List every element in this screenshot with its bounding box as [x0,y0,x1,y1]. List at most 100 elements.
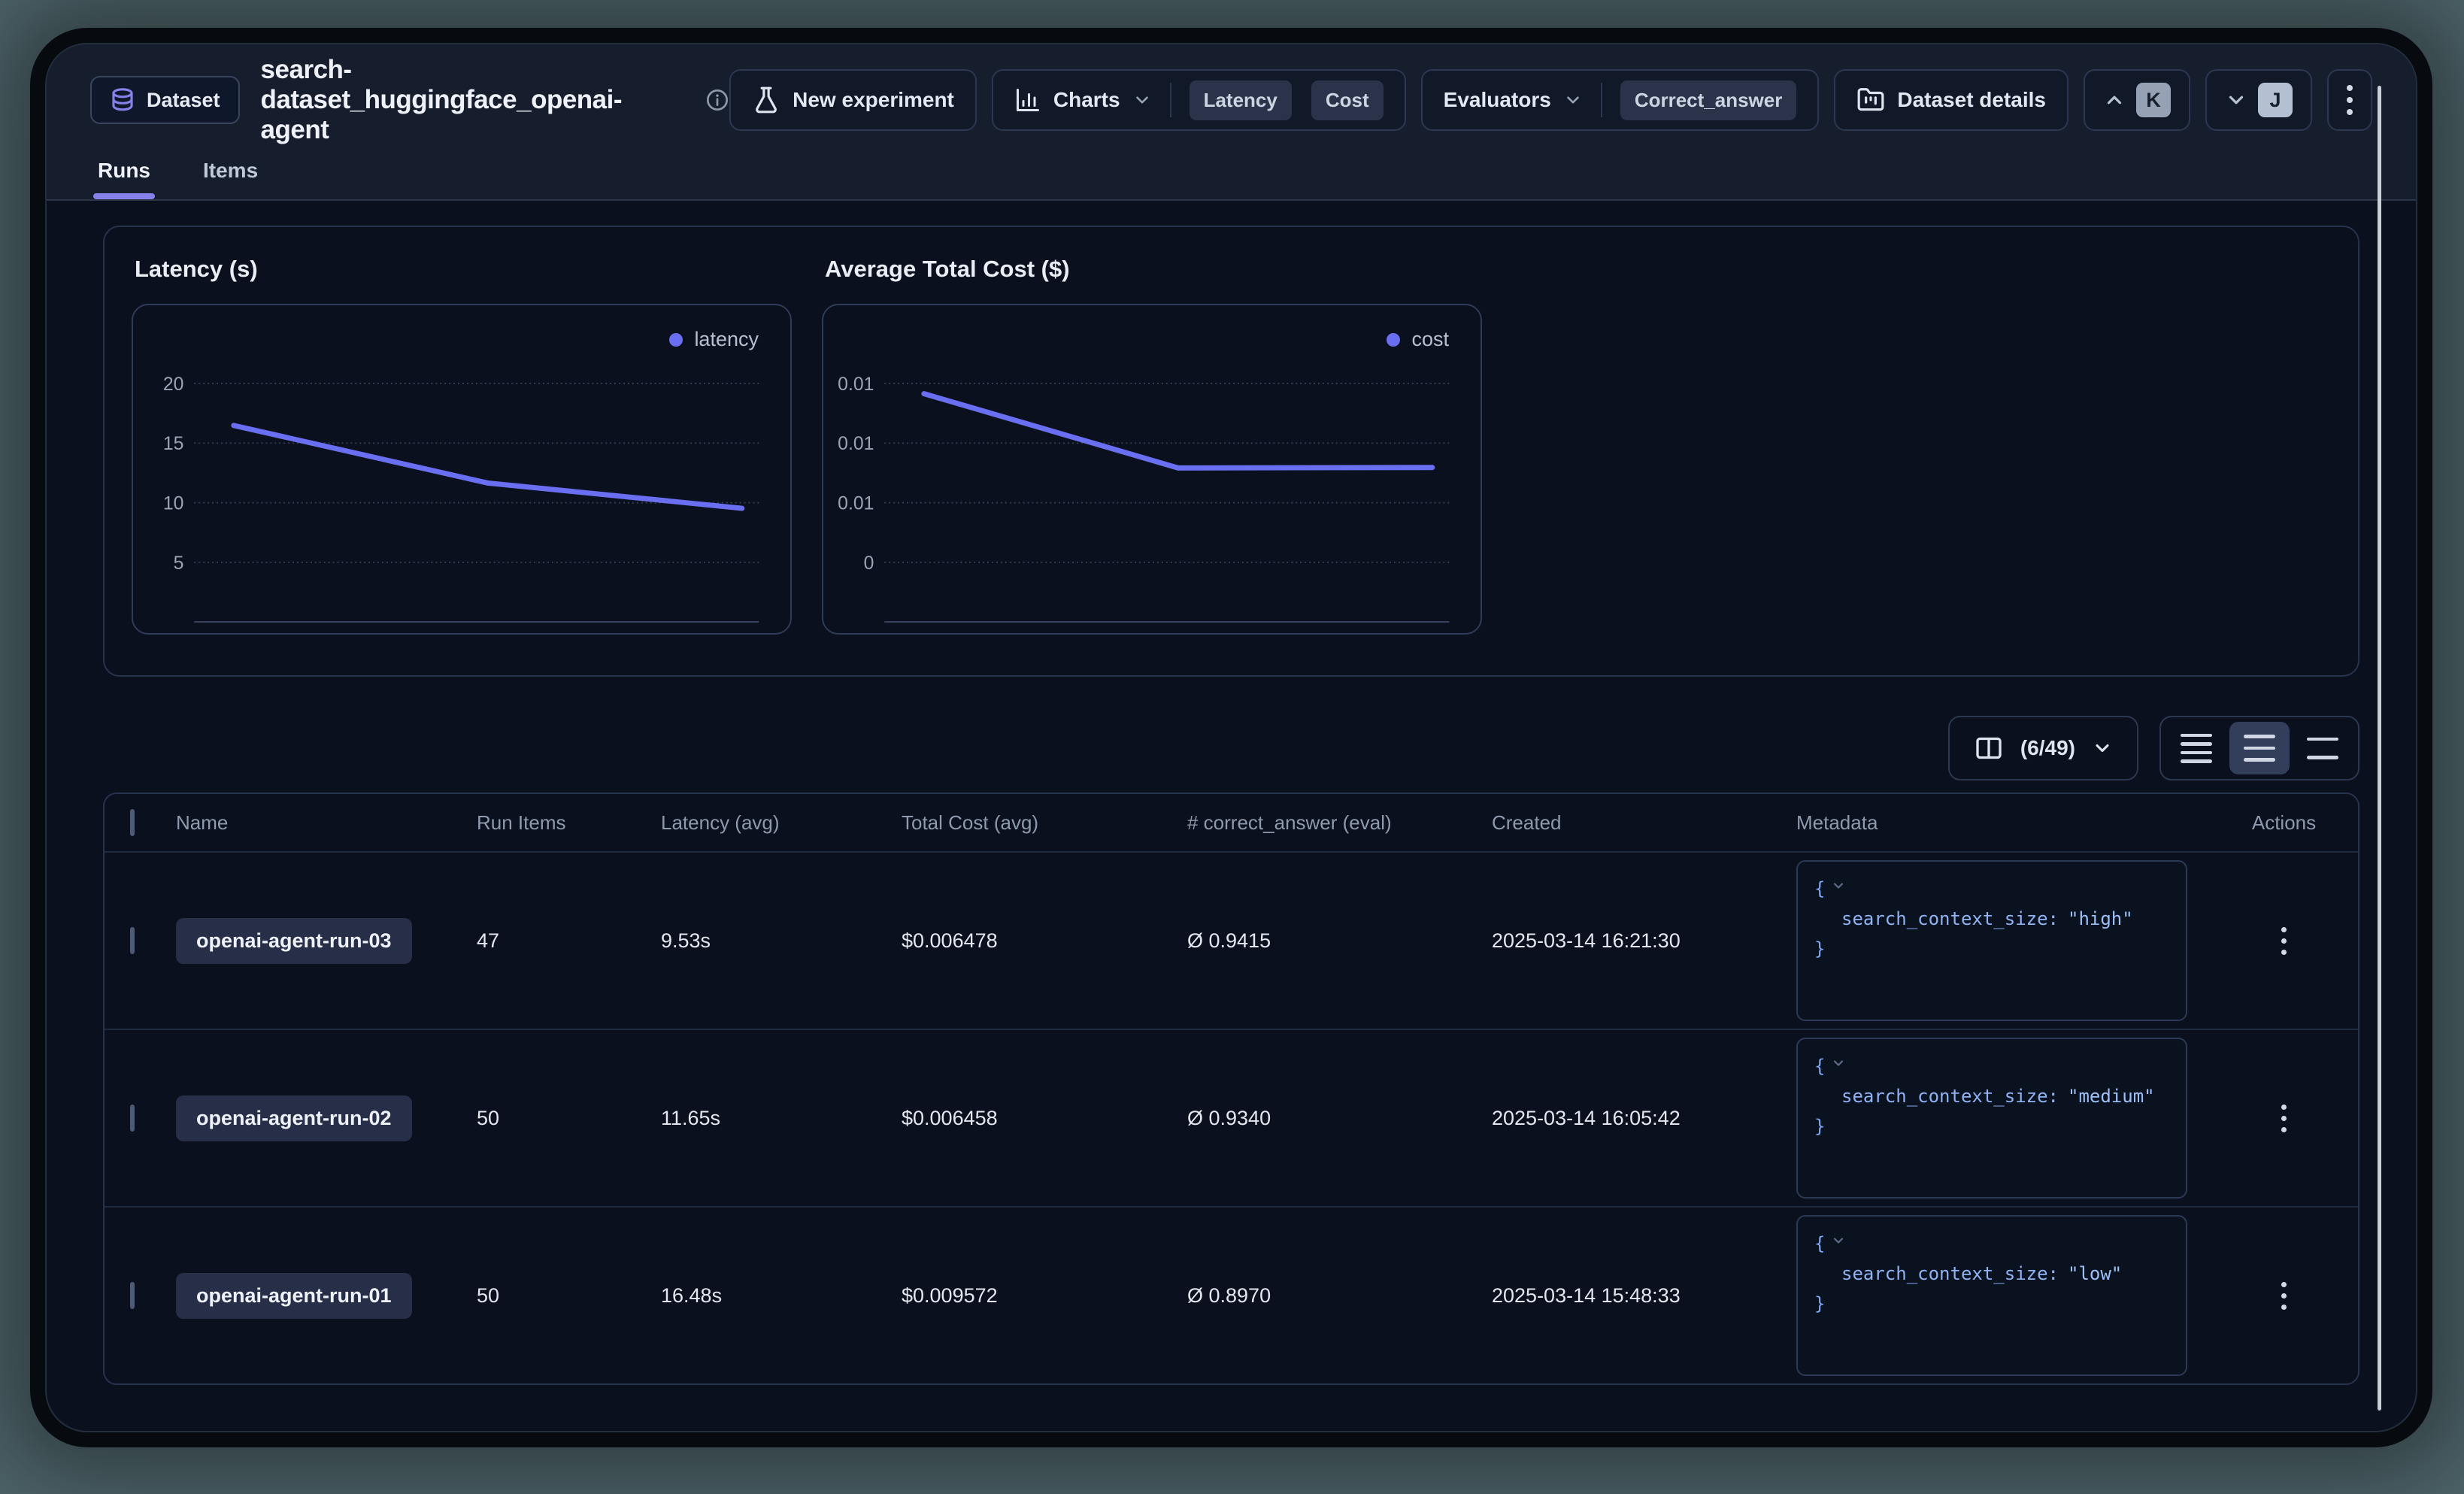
expand-json-chevron-icon[interactable] [1831,1050,1846,1080]
cost-line-chart: 0.010.010.010 [823,305,1481,633]
latency-chart-card: 20 15 10 5 latency [132,304,792,635]
latency-avg-value: 9.53s [661,929,902,953]
run-items-value: 50 [477,1284,661,1308]
chevron-down-icon [2092,738,2113,759]
expand-json-chevron-icon[interactable] [1831,1227,1846,1257]
legend-label: cost [1411,328,1449,351]
row-height-tall[interactable] [2293,722,2353,774]
col-header-actions: Actions [2210,811,2358,835]
header-actions: New experiment Charts Latency Cost [729,69,2372,131]
col-header-created: Created [1492,811,1796,835]
latency-chart-block: Latency (s) 2015105 latency [132,256,792,675]
dataset-details-button[interactable]: Dataset details [1834,69,2068,131]
table-row[interactable]: openai-agent-run-01 50 16.48s $0.009572 … [105,1206,2358,1383]
app-window: Dataset search-dataset_huggingface_opena… [45,43,2417,1432]
runs-table: Name Run Items Latency (avg) Total Cost … [103,792,2359,1385]
select-all-checkbox[interactable] [130,809,135,836]
row-height-medium[interactable] [2229,722,2290,774]
tab-bar: Runs Items [90,148,2372,199]
divider [1601,83,1602,117]
svg-text:15: 15 [163,434,184,454]
row-actions-button[interactable] [2281,1105,2287,1132]
header-row: Dataset search-dataset_huggingface_opena… [90,58,2372,142]
metadata-value: "low" [2068,1263,2122,1284]
dataset-badge-label: Dataset [147,89,220,112]
rows-dense-icon [2181,734,2212,763]
latency-legend: latency [669,328,759,351]
metadata-value: "high" [2068,908,2133,929]
col-header-correct-answer: # correct_answer (eval) [1187,811,1492,835]
row-actions-button[interactable] [2281,927,2287,955]
table-header-row: Name Run Items Latency (avg) Total Cost … [105,794,2358,851]
table-controls: (6/49) [103,716,2359,780]
tab-runs[interactable]: Runs [93,148,155,199]
chevron-down-icon [1132,90,1152,110]
svg-text:5: 5 [174,553,184,574]
cost-chart-title: Average Total Cost ($) [825,256,1482,283]
evaluator-chip-correct-answer[interactable]: Correct_answer [1620,80,1797,120]
info-icon[interactable] [705,88,729,112]
prev-run-button[interactable]: K [2084,69,2190,131]
row-checkbox[interactable] [130,1282,135,1309]
rows-medium-icon [2244,735,2275,762]
page-title: search-dataset_huggingface_openai-agent [261,55,689,145]
run-items-value: 47 [477,929,661,953]
metadata-value: "medium" [2068,1086,2155,1107]
kbd-shortcut-j: J [2258,83,2293,117]
dataset-badge: Dataset [90,76,240,124]
run-name-chip[interactable]: openai-agent-run-03 [176,918,412,964]
chart-chip-latency[interactable]: Latency [1190,80,1292,120]
new-experiment-button[interactable]: New experiment [729,69,977,131]
metadata-json-box: { search_context_size:"medium" } [1796,1038,2187,1199]
svg-text:10: 10 [163,494,184,514]
cost-legend: cost [1387,328,1449,351]
column-count-label: (6/49) [2020,736,2075,760]
correct-answer-eval-value: Ø 0.9415 [1187,929,1492,953]
row-actions-button[interactable] [2281,1282,2287,1310]
kebab-icon [2347,85,2353,115]
latency-line-chart: 20 15 10 5 [133,305,790,633]
rows-tall-icon [2307,738,2338,759]
kbd-shortcut-k: K [2136,83,2171,117]
columns-icon [1974,733,2004,763]
row-checkbox[interactable] [130,1105,135,1132]
column-visibility-button[interactable]: (6/49) [1948,716,2138,780]
latency-avg-value: 11.65s [661,1107,902,1130]
chevron-up-icon [2103,89,2126,111]
total-cost-avg-value: $0.009572 [902,1284,1187,1308]
charts-label: Charts [1053,88,1120,112]
chart-chip-cost[interactable]: Cost [1311,80,1384,120]
col-header-latency: Latency (avg) [661,811,902,835]
created-value: 2025-03-14 15:48:33 [1492,1284,1796,1308]
metadata-key: search_context_size [1841,1263,2048,1284]
svg-text:0: 0 [864,553,874,574]
evaluators-label: Evaluators [1444,88,1551,112]
folder-chart-icon [1856,86,1885,114]
new-experiment-label: New experiment [793,88,954,112]
next-run-button[interactable]: J [2205,69,2312,131]
legend-dot [1387,333,1400,347]
run-name-chip[interactable]: openai-agent-run-01 [176,1273,412,1319]
charts-dropdown[interactable]: Charts Latency Cost [992,69,1406,131]
row-checkbox[interactable] [130,927,135,954]
charts-panel: Latency (s) 2015105 latency Average Tota… [103,226,2359,677]
row-height-compact[interactable] [2166,722,2226,774]
dataset-details-label: Dataset details [1897,88,2046,112]
tab-items[interactable]: Items [199,148,262,199]
run-name-chip[interactable]: openai-agent-run-02 [176,1095,412,1141]
bar-chart-icon [1014,86,1041,114]
metadata-key: search_context_size [1841,1086,2048,1107]
correct-answer-eval-value: Ø 0.9340 [1187,1107,1492,1130]
col-header-name: Name [176,811,477,835]
more-options-button[interactable] [2327,69,2372,131]
legend-dot [669,333,683,347]
latency-avg-value: 16.48s [661,1284,902,1308]
cost-chart-block: Average Total Cost ($) 0.010.010.010 cos… [822,256,1482,675]
svg-text:20: 20 [163,374,184,395]
table-row[interactable]: openai-agent-run-03 47 9.53s $0.006478 Ø… [105,851,2358,1029]
evaluators-dropdown[interactable]: Evaluators Correct_answer [1421,69,1820,131]
expand-json-chevron-icon[interactable] [1831,872,1846,902]
run-items-value: 50 [477,1107,661,1130]
vertical-scrollbar[interactable] [2378,86,2381,1411]
table-row[interactable]: openai-agent-run-02 50 11.65s $0.006458 … [105,1029,2358,1206]
